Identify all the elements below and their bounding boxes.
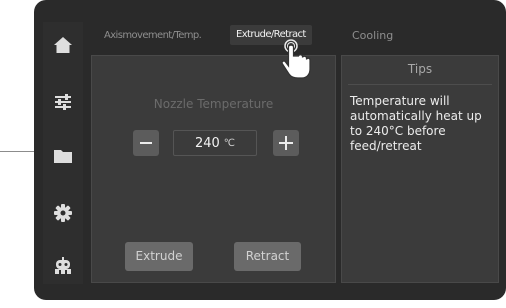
tips-title: Tips [407, 62, 433, 76]
temperature-unit: ℃ [223, 137, 236, 149]
minus-icon [140, 142, 152, 144]
gear-icon [54, 204, 72, 226]
sidebar-item-control[interactable] [43, 91, 83, 117]
home-icon [53, 36, 73, 58]
sidebar-item-robot[interactable] [43, 255, 83, 281]
sidebar-item-settings[interactable] [43, 202, 83, 228]
decrease-temperature-button[interactable] [133, 130, 159, 156]
retract-button[interactable]: Retract [234, 242, 301, 271]
tips-panel: Tips Temperature will automatically heat… [341, 55, 499, 283]
extrude-button[interactable]: Extrude [125, 242, 193, 271]
sidebar [43, 22, 83, 284]
increase-temperature-button[interactable] [273, 130, 299, 156]
tab-cooling[interactable]: Cooling [352, 26, 393, 46]
nozzle-temperature-value: 240 [194, 135, 220, 151]
tips-text: Temperature will automatically heat up t… [350, 94, 482, 153]
folder-icon [53, 148, 73, 168]
tips-divider [348, 84, 492, 85]
nozzle-temperature-label: Nozzle Temperature [153, 97, 274, 111]
plus-icon [279, 136, 293, 150]
sidebar-item-home[interactable] [43, 34, 83, 60]
nozzle-temperature-field[interactable]: 240 ℃ [173, 130, 257, 156]
sliders-icon [54, 94, 72, 114]
sidebar-item-files[interactable] [43, 145, 83, 171]
tab-axis-movement-temp[interactable]: Axismovement/Temp. [104, 26, 202, 46]
hand-pointer-icon [280, 38, 314, 80]
robot-icon [53, 257, 73, 279]
